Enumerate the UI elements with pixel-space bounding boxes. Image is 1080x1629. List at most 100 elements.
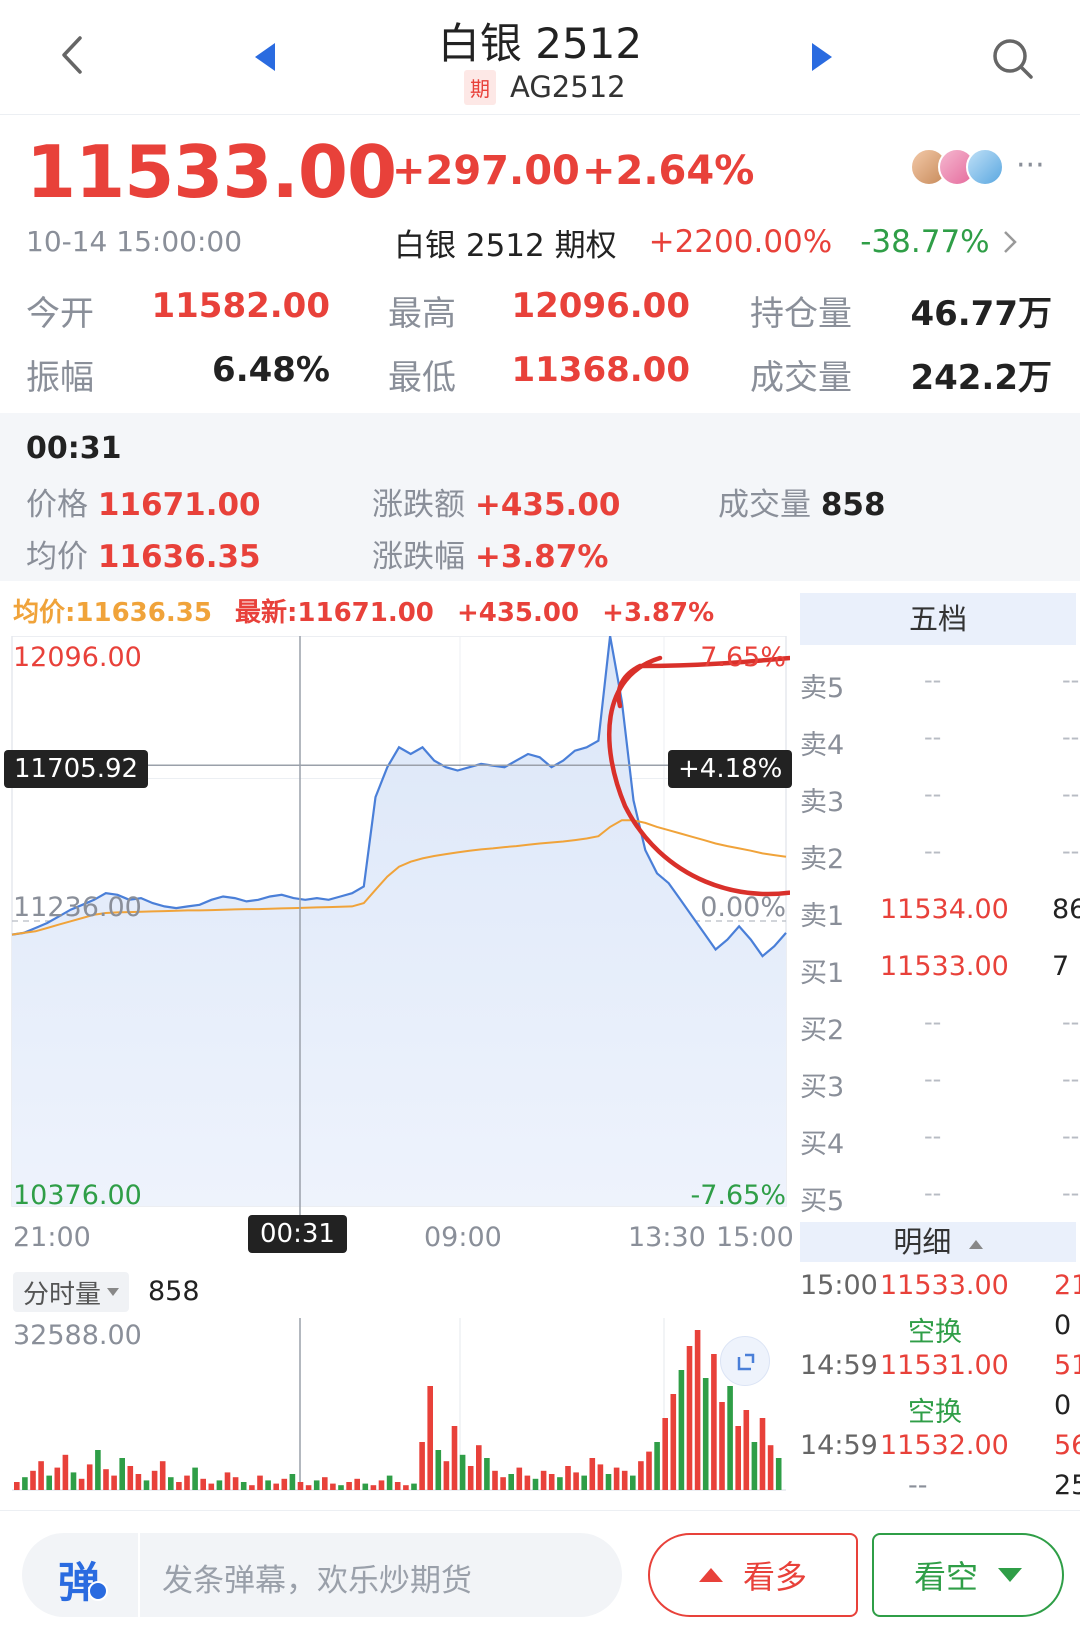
volume-chart[interactable] [0,1318,790,1494]
stat-low-label: 最低 [388,358,456,398]
detail-price: -- [908,1470,928,1501]
volume-bar [346,1482,352,1490]
x-tick-2100: 21:00 [13,1222,91,1253]
volume-bar [654,1442,660,1490]
prev-contract-arrow-icon[interactable] [255,43,275,71]
option-link[interactable]: 白银 2512 期权 +2200.00% -38.77% [394,220,1020,264]
pct-label-bottom: -7.65% [690,1180,786,1211]
volume-bar [86,1464,93,1490]
price-change: +297.00 [392,148,580,194]
more-options-icon[interactable]: ··· [1016,148,1045,183]
contract-code-row: 期 AG2512 [464,69,626,105]
volume-bar [322,1477,328,1490]
info-chg-label: 涨跌额 [372,487,465,523]
volume-bar [702,1378,709,1490]
page-title: 白银 2512 [437,19,643,68]
orderbook-level-label: 卖1 [800,901,845,932]
pct-label-mid: 0.00% [700,892,786,923]
avatar-group[interactable] [910,148,1006,188]
volume-bar [200,1478,206,1490]
volume-value: 858 [148,1276,200,1307]
y-label-mid: 11236.00 [13,892,142,923]
caret-up-icon [968,1239,983,1249]
info-pct-label: 涨跌幅 [372,539,465,575]
volume-bar [135,1474,142,1490]
next-contract-arrow-icon[interactable] [812,43,832,71]
volume-bar [386,1475,393,1490]
stat-high-label: 最高 [388,294,456,334]
futures-badge: 期 [464,69,496,105]
volume-bar [232,1477,239,1490]
danmu-input[interactable]: 弹 发条弹幕，欢乐炒期货 [22,1533,622,1617]
orderbook-header: 五档 [800,593,1076,645]
detail-price: 空换 [908,1317,962,1348]
orderbook-volume: -- [1062,1008,1080,1036]
volume-bar [111,1475,117,1490]
stat-amplitude-label: 振幅 [26,358,94,398]
volume-bar [143,1480,150,1490]
option-pct-down: -38.77% [860,224,990,260]
search-button[interactable] [990,36,1036,82]
orderbook-price: -- [924,666,942,694]
crosshair-info-panel: 00:31 价格 11671.00 涨跌额 +435.00 成交量 858 均价… [0,413,1080,581]
stat-low-value: 11368.00 [511,350,690,390]
back-button[interactable] [50,30,100,80]
detail-header[interactable]: 明细 [800,1222,1076,1262]
orderbook-level-label: 卖5 [800,673,845,704]
volume-bar [192,1467,198,1490]
volume-bar [508,1474,514,1490]
volume-bar [743,1410,750,1490]
detail-row: 14:59 11532.00 56 [800,1428,1080,1468]
bottom-bar: 弹 发条弹幕，欢乐炒期货 看多 看空 [0,1510,1080,1629]
detail-row: 14:59 11531.00 51 [800,1348,1080,1388]
info-pct-row: 涨跌幅 +3.87% [372,531,608,576]
volume-bar [313,1480,320,1490]
detail-title: 明细 [893,1225,952,1259]
volume-bar [394,1482,401,1490]
detail-volume: 0 [1054,1390,1072,1421]
orderbook-volume: -- [1062,837,1080,865]
orderbook-row: 卖3 -- -- [800,770,1080,827]
volume-bar [54,1467,61,1490]
volume-bar [459,1454,466,1490]
x-tick-0900: 09:00 [424,1222,502,1253]
stat-amplitude-value: 6.48% [212,350,330,390]
bullish-button[interactable]: 看多 [648,1533,858,1617]
danmu-placeholder: 发条弹幕，欢乐炒期货 [162,1563,472,1599]
volume-bar [176,1482,182,1490]
search-icon [993,39,1033,79]
danmu-icon: 弹 [58,1558,101,1607]
legend-pct: +3.87% [602,598,715,628]
volume-bar [305,1485,312,1490]
detail-volume: 56 [1054,1430,1080,1461]
detail-volume: 21 [1054,1270,1080,1301]
stat-volume-value: 242.2万 [910,358,1052,398]
volume-bar [646,1451,652,1490]
volume-bar [500,1477,506,1490]
bearish-button[interactable]: 看空 [872,1533,1064,1617]
price-chart[interactable] [0,636,790,1236]
fullscreen-toggle-button[interactable] [720,1336,770,1386]
volume-bar [297,1482,304,1490]
detail-row: -- 25 [800,1468,1080,1508]
orderbook-level-label: 买1 [800,958,845,989]
volume-bar [467,1466,474,1490]
volume-tab-select[interactable]: 分时量 [13,1272,130,1312]
orderbook-row: 买3 -- -- [800,1055,1080,1112]
volume-bar [30,1470,36,1490]
orderbook-price: 11534.00 [880,894,1009,925]
orderbook-level-label: 卖4 [800,730,845,761]
volume-bar [119,1458,125,1490]
volume-bar [62,1454,69,1490]
legend-avg: 均价:11636.35 [13,598,212,628]
cursor-x-label: 00:31 [248,1215,347,1253]
orderbook-row: 买4 -- -- [800,1112,1080,1169]
orderbook-volume: -- [1062,1065,1080,1093]
info-time: 00:31 [26,431,122,466]
volume-bar [638,1461,644,1490]
volume-bar [103,1469,109,1490]
expand-icon [737,1353,755,1371]
orderbook-row: 卖4 -- -- [800,713,1080,770]
volume-bar [548,1474,555,1490]
detail-row: 15:00 11533.00 21 [800,1268,1080,1308]
